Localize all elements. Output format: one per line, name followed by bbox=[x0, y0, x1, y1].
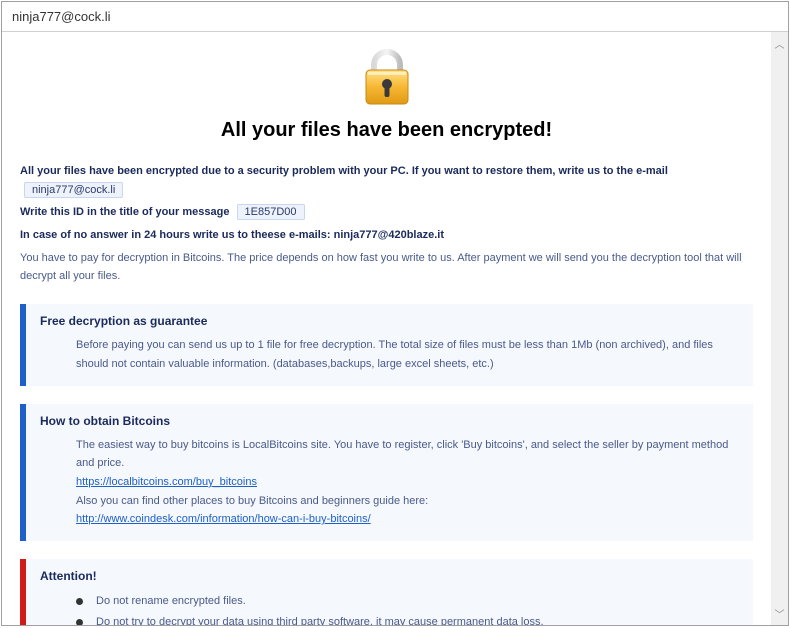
main-heading: All your files have been encrypted! bbox=[20, 119, 753, 142]
attention-box: Attention! Do not rename encrypted files… bbox=[20, 559, 753, 625]
intro-email-3: ninja777@420blaze.it bbox=[334, 229, 444, 241]
obtain-text-2: Also you can find other places to buy Bi… bbox=[76, 495, 428, 507]
free-decryption-body: Before paying you can send us up to 1 fi… bbox=[40, 336, 739, 373]
scroll-down-icon[interactable]: ﹀ bbox=[775, 606, 785, 621]
obtain-bitcoins-box: How to obtain Bitcoins The easiest way t… bbox=[20, 404, 753, 541]
content-area: All your files have been encrypted! All … bbox=[2, 32, 788, 625]
window-title: ninja777@cock.li bbox=[12, 9, 110, 24]
intro-line-1: All your files have been encrypted due t… bbox=[20, 162, 753, 199]
email-badge: ninja777@cock.li bbox=[24, 182, 123, 198]
attention-list: Do not rename encrypted files. Do not tr… bbox=[40, 591, 739, 625]
scroll-up-icon[interactable]: ︿ bbox=[775, 36, 785, 51]
list-item: Do not rename encrypted files. bbox=[76, 591, 739, 612]
obtain-bitcoins-body: The easiest way to buy bitcoins is Local… bbox=[40, 436, 739, 529]
list-item: Do not try to decrypt your data using th… bbox=[76, 612, 739, 625]
coindesk-link[interactable]: http://www.coindesk.com/information/how-… bbox=[76, 513, 371, 525]
localbitcoins-link[interactable]: https://localbitcoins.com/buy_bitcoins bbox=[76, 476, 257, 488]
window-titlebar: ninja777@cock.li bbox=[2, 2, 788, 32]
ransom-window: ninja777@cock.li bbox=[1, 1, 789, 626]
payment-note: You have to pay for decryption in Bitcoi… bbox=[20, 249, 753, 286]
intro-text-3: In case of no answer in 24 hours write u… bbox=[20, 229, 331, 241]
id-badge: 1E857D00 bbox=[237, 204, 305, 220]
obtain-text-1: The easiest way to buy bitcoins is Local… bbox=[76, 439, 728, 470]
content-panel: All your files have been encrypted! All … bbox=[2, 32, 771, 625]
intro-text-1: All your files have been encrypted due t… bbox=[20, 165, 668, 177]
free-decryption-box: Free decryption as guarantee Before payi… bbox=[20, 304, 753, 385]
obtain-bitcoins-title: How to obtain Bitcoins bbox=[40, 414, 739, 428]
lock-icon bbox=[360, 93, 414, 110]
intro-line-2: Write this ID in the title of your messa… bbox=[20, 203, 753, 222]
lock-container bbox=[20, 48, 753, 111]
intro-text-2: Write this ID in the title of your messa… bbox=[20, 206, 229, 218]
vertical-scrollbar[interactable]: ︿ ﹀ bbox=[771, 32, 788, 625]
attention-title: Attention! bbox=[40, 569, 739, 583]
intro-line-3: In case of no answer in 24 hours write u… bbox=[20, 226, 753, 245]
free-decryption-title: Free decryption as guarantee bbox=[40, 314, 739, 328]
